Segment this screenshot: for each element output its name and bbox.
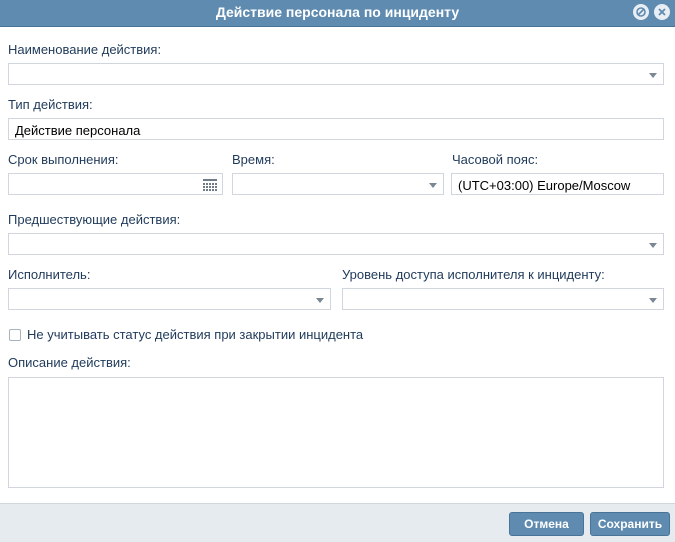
close-button[interactable] <box>654 4 670 20</box>
access-level-label: Уровень доступа исполнителя к инциденту: <box>342 267 605 282</box>
executor-select[interactable] <box>8 288 331 310</box>
calendar-icon[interactable] <box>203 179 217 191</box>
action-name-label: Наименование действия: <box>8 42 162 57</box>
dropdown-arrow-icon[interactable] <box>429 183 437 188</box>
due-date-label: Срок выполнения: <box>8 152 119 167</box>
action-name-select[interactable] <box>8 63 664 85</box>
description-textarea[interactable] <box>8 377 664 488</box>
description-label: Описание действия: <box>8 355 131 370</box>
due-date-field[interactable] <box>8 173 223 195</box>
time-label: Время: <box>232 152 275 167</box>
dropdown-arrow-icon[interactable] <box>316 298 324 303</box>
minimize-icon <box>636 7 646 17</box>
action-type-value: Действие персонала <box>15 123 141 138</box>
dropdown-arrow-icon[interactable] <box>649 73 657 78</box>
dialog-footer: Отмена Сохранить <box>0 503 675 542</box>
previous-actions-select[interactable] <box>8 233 664 255</box>
dropdown-arrow-icon[interactable] <box>649 243 657 248</box>
time-select[interactable] <box>232 173 444 195</box>
timezone-value: (UTC+03:00) Europe/Moscow <box>458 178 631 193</box>
access-level-select[interactable] <box>342 288 664 310</box>
dialog-title: Действие персонала по инциденту <box>215 4 460 20</box>
timezone-label: Часовой пояс: <box>452 152 539 167</box>
ignore-status-checkbox[interactable] <box>9 329 21 341</box>
executor-label: Исполнитель: <box>8 267 91 282</box>
save-button[interactable]: Сохранить <box>590 512 670 536</box>
ignore-status-label[interactable]: Не учитывать статус действия при закрыти… <box>27 327 363 342</box>
dropdown-arrow-icon[interactable] <box>649 298 657 303</box>
action-type-label: Тип действия: <box>8 97 93 112</box>
previous-actions-label: Предшествующие действия: <box>8 212 181 227</box>
minimize-button[interactable] <box>633 4 649 20</box>
action-type-field[interactable]: Действие персонала <box>8 118 664 140</box>
timezone-field[interactable]: (UTC+03:00) Europe/Moscow <box>451 173 664 195</box>
dialog-titlebar: Действие персонала по инциденту <box>0 0 675 27</box>
cancel-button[interactable]: Отмена <box>509 512 584 536</box>
close-icon <box>658 8 666 16</box>
